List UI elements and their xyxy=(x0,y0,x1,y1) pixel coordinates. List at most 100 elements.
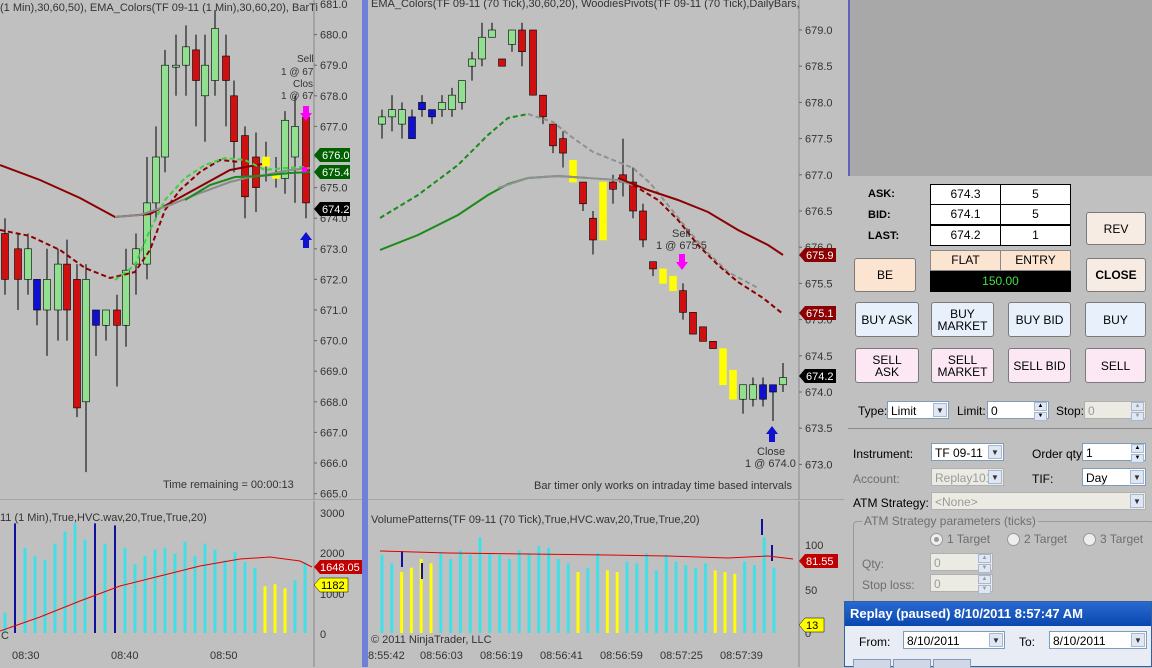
order-qty-input[interactable]: 1 ▲ ▼ xyxy=(1082,443,1146,463)
x-tick-label: 8:55:42 xyxy=(368,650,405,662)
pnl-display: 150.00 xyxy=(930,271,1071,292)
y-tick-label: 681.0 xyxy=(320,0,348,11)
candlestick xyxy=(689,312,697,335)
account-select[interactable]: Replay101 ▼ xyxy=(931,468,1004,486)
candlestick xyxy=(559,131,567,168)
chevron-down-icon: ▼ xyxy=(988,445,1002,459)
replay-title-bar[interactable]: Replay (paused) 8/10/2011 8:57:47 AM xyxy=(845,602,1151,626)
y-tick-label: 676.5 xyxy=(805,206,833,218)
candlestick xyxy=(302,111,310,219)
target-2-radio[interactable] xyxy=(1007,533,1020,546)
sell-bid-button[interactable]: SELL BID xyxy=(1008,348,1071,383)
to-date-select[interactable]: 8/10/2011 ▼ xyxy=(1049,631,1147,649)
svg-text:13: 13 xyxy=(806,620,818,632)
y-tick-label: 671.0 xyxy=(320,305,348,317)
buy-ask-button[interactable]: BUY ASK xyxy=(855,302,919,337)
spinner-icon[interactable]: ▲ ▼ xyxy=(978,575,991,594)
y-tick-label: 673.0 xyxy=(320,244,348,256)
candlestick xyxy=(779,363,787,392)
y-tick-label: 665.0 xyxy=(320,489,348,500)
vol-tick: 2000 xyxy=(320,548,344,560)
atm-strategy-select[interactable]: <None> ▼ xyxy=(931,492,1146,510)
left-volume-chart[interactable]: 11 (1 Min),True,HVC.wav,20,True,True,20)… xyxy=(0,501,362,667)
buy-bid-button[interactable]: BUY BID xyxy=(1008,302,1071,337)
y-tick-label: 670.0 xyxy=(320,336,348,348)
tif-select[interactable]: Day ▼ xyxy=(1082,468,1146,486)
candlestick xyxy=(569,160,577,183)
target-1-radio[interactable] xyxy=(930,533,943,546)
volume-flag: 81.55 xyxy=(799,554,838,568)
divider xyxy=(848,428,1152,429)
from-label: From: xyxy=(859,635,891,649)
candlestick xyxy=(599,181,607,241)
candlestick xyxy=(478,22,486,67)
sell-ask-button[interactable]: SELL ASK xyxy=(855,348,919,383)
sell-market-button[interactable]: SELL MARKET xyxy=(931,348,994,383)
candlestick xyxy=(161,49,169,173)
type-label: Type: xyxy=(858,404,888,418)
mid-volume-title: VolumePatterns(TF 09-11 (70 Tick),True,H… xyxy=(371,514,700,526)
spinner-icon[interactable]: ▲ ▼ xyxy=(1131,402,1144,421)
chevron-down-icon: ▼ xyxy=(933,403,947,417)
stop-label: Stop: xyxy=(1056,404,1085,418)
y-tick-label: 678.0 xyxy=(805,97,833,109)
candlestick xyxy=(709,341,717,349)
svg-text:676.0: 676.0 xyxy=(322,150,350,162)
breakeven-button[interactable]: BE xyxy=(854,258,916,292)
close-position-button[interactable]: CLOSE xyxy=(1086,258,1146,292)
bid-label: BID: xyxy=(868,209,891,221)
qty-input[interactable]: 0 ▲ ▼ xyxy=(930,553,993,573)
spinner-icon[interactable]: ▲ ▼ xyxy=(1131,444,1144,463)
ask-price: 674.3 xyxy=(930,184,1001,205)
from-date-select[interactable]: 8/10/2011 ▼ xyxy=(903,631,1005,649)
limit-price-input[interactable]: 0 ▲ ▼ xyxy=(987,401,1049,421)
y-tick-label: 673.0 xyxy=(805,459,833,471)
y-tick-label: 674.5 xyxy=(805,351,833,363)
price-flag: 675.9 xyxy=(799,248,836,262)
stop-loss-label: Stop loss: xyxy=(862,578,915,592)
mid-price-chart[interactable]: EMA_Colors(TF 09-11 (70 Tick),30,60,20),… xyxy=(368,0,844,500)
candlestick xyxy=(719,348,727,386)
candlestick xyxy=(468,51,476,81)
candlestick xyxy=(619,138,627,197)
candlestick xyxy=(498,58,506,67)
y-tick-label: 667.0 xyxy=(320,427,348,439)
chevron-down-icon: ▼ xyxy=(1130,494,1144,508)
y-tick-label: 675.5 xyxy=(805,278,833,290)
stop-price-input[interactable]: 0 ▲ ▼ xyxy=(1084,401,1146,421)
copyright: © 2011 NinjaTrader, LLC xyxy=(371,634,492,646)
target-3-radio[interactable] xyxy=(1083,533,1096,546)
spinner-icon[interactable]: ▲ ▼ xyxy=(1034,402,1047,421)
left-price-chart[interactable]: (1 Min),30,60,50), EMA_Colors(TF 09-11 (… xyxy=(0,0,362,500)
sell-button[interactable]: SELL xyxy=(1085,348,1146,383)
y-tick-label: 666.0 xyxy=(320,458,348,470)
svg-text:675.1: 675.1 xyxy=(806,308,834,320)
order-type-select[interactable]: Limit ▼ xyxy=(887,401,949,419)
candlestick xyxy=(739,384,747,414)
candlestick xyxy=(408,109,416,139)
candlestick xyxy=(729,369,737,400)
price-flag: 674.2 xyxy=(799,369,836,383)
x-tick-label: 08:40 xyxy=(111,650,139,662)
chevron-down-icon: ▼ xyxy=(989,633,1003,647)
candlestick xyxy=(669,275,677,291)
replay-title: Replay (paused) 8/10/2011 8:57:47 AM xyxy=(850,606,1083,621)
y-tick-label: 677.5 xyxy=(805,134,833,146)
buy-market-button[interactable]: BUY MARKET xyxy=(931,302,994,337)
stop-loss-input[interactable]: 0 ▲ ▼ xyxy=(930,574,993,594)
vol-tick: 3000 xyxy=(320,508,344,520)
instrument-select[interactable]: TF 09-11 ▼ xyxy=(931,443,1004,461)
volume-flag: 1182 xyxy=(313,577,349,593)
last-price: 674.2 xyxy=(930,225,1001,246)
candlestick xyxy=(589,211,597,255)
y-tick-label: 679.0 xyxy=(320,60,348,72)
left-chart-title: (1 Min),30,60,50), EMA_Colors(TF 09-11 (… xyxy=(0,2,318,14)
spinner-icon[interactable]: ▲ ▼ xyxy=(978,554,991,573)
left-annotation-sell-price: 1 @ 67 xyxy=(281,67,314,78)
reverse-button[interactable]: REV xyxy=(1086,212,1146,245)
qty-label: Qty: xyxy=(862,557,885,571)
buy-button[interactable]: BUY xyxy=(1085,302,1146,337)
tif-label: TIF: xyxy=(1032,472,1054,486)
mid-volume-chart[interactable]: VolumePatterns(TF 09-11 (70 Tick),True,H… xyxy=(368,501,844,667)
left-annotation-sell: Sell xyxy=(297,54,314,65)
